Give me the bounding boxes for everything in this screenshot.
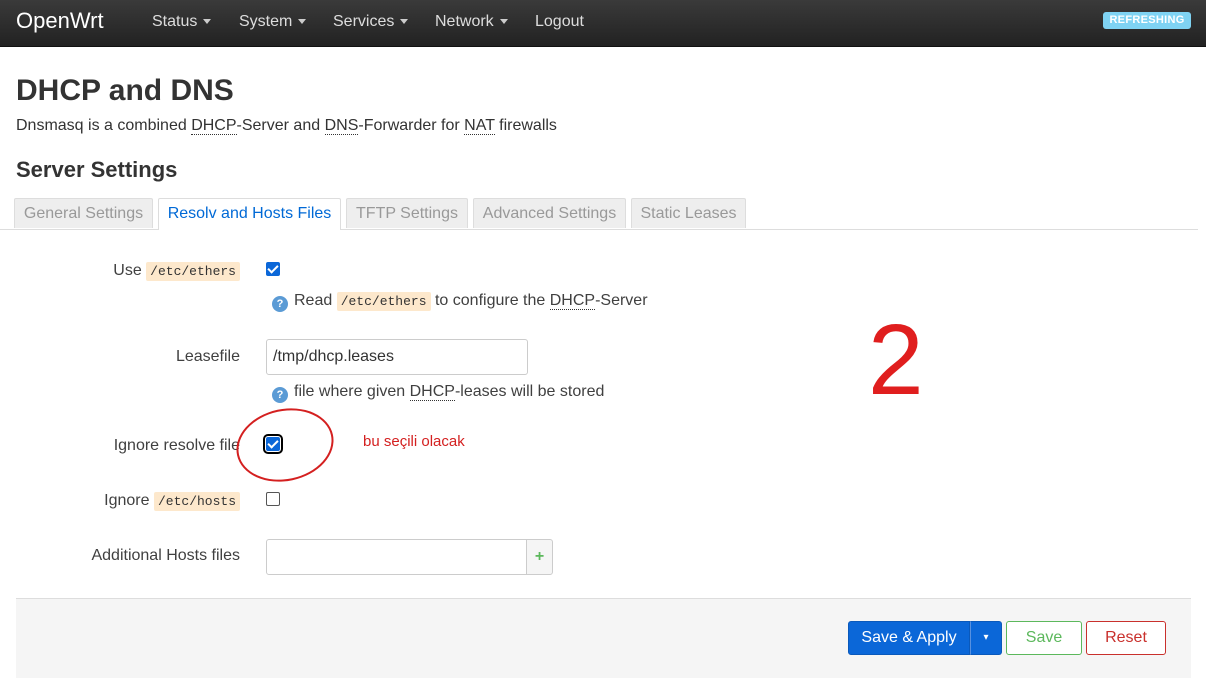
annotation-circle	[229, 399, 341, 491]
nav-status-menu[interactable]: Status	[152, 13, 212, 31]
add-entry-button[interactable]: +	[526, 539, 553, 575]
additional-hosts-label: Additional Hosts files	[91, 547, 240, 564]
ignore-hosts-label: Ignore /etc/hosts	[20, 492, 240, 511]
nav-system-menu[interactable]: System	[239, 13, 307, 31]
code-etc-ethers: /etc/ethers	[146, 262, 240, 281]
abbr-dhcp: DHCP	[549, 292, 596, 310]
ignore-hosts-checkbox[interactable]	[266, 492, 280, 506]
tab-static-leases[interactable]: Static Leases	[631, 198, 746, 228]
use-ethers-help: ? Read /etc/ethers to configure the DHCP-…	[272, 292, 648, 312]
code-etc-hosts: /etc/hosts	[153, 492, 240, 511]
leasefile-help: ? file where given DHCP-leases will be st…	[272, 383, 604, 403]
section-title: Server Settings	[16, 157, 178, 182]
refreshing-badge[interactable]: REFRESHING	[1103, 12, 1191, 29]
desc-text: firewalls	[494, 117, 557, 134]
label-text: Use	[113, 262, 142, 279]
abbr-dhcp: DHCP	[191, 117, 237, 135]
page-description: Dnsmasq is a combined DHCP-Server and DN…	[16, 117, 557, 135]
tab-general-settings[interactable]: General Settings	[14, 198, 153, 228]
label-text: Ignore	[104, 492, 150, 509]
desc-text: -Server and	[236, 117, 325, 134]
help-text: to configure the	[434, 292, 546, 309]
chevron-down-icon	[499, 19, 508, 25]
nav-services-label: Services	[333, 13, 395, 30]
nav-logout-link[interactable]: Logout	[535, 13, 584, 31]
leasefile-input[interactable]	[266, 339, 528, 375]
additional-hosts-input[interactable]	[266, 539, 527, 575]
brand-logo[interactable]: OpenWrt	[16, 8, 104, 34]
use-ethers-label: Use /etc/ethers	[20, 262, 240, 281]
nav-network-menu[interactable]: Network	[435, 13, 508, 31]
chevron-down-icon	[203, 19, 212, 25]
save-apply-button[interactable]: Save & Apply	[848, 621, 970, 655]
help-text: file where given	[294, 383, 406, 400]
save-button[interactable]: Save	[1006, 621, 1082, 655]
top-navbar: OpenWrt Status System Services Network L…	[0, 0, 1206, 47]
use-ethers-checkbox[interactable]	[266, 262, 280, 276]
page-title: DHCP and DNS	[16, 74, 234, 107]
nav-system-label: System	[239, 13, 293, 30]
ignore-resolve-label: Ignore resolve file	[113, 437, 240, 454]
desc-text: -Forwarder for	[358, 117, 465, 134]
code-etc-ethers: /etc/ethers	[336, 292, 431, 311]
nav-services-menu[interactable]: Services	[333, 13, 409, 31]
chevron-down-icon[interactable]: ▾	[970, 621, 1002, 655]
settings-tabs: General Settings Resolv and Hosts Files …	[0, 198, 1198, 230]
annotation-note: bu seçili olacak	[363, 433, 465, 450]
chevron-down-icon	[298, 19, 307, 25]
help-icon: ?	[272, 387, 288, 403]
tab-advanced-settings[interactable]: Advanced Settings	[473, 198, 626, 228]
help-text: -Server	[595, 292, 648, 309]
help-icon: ?	[272, 296, 288, 312]
help-text: -leases will be stored	[454, 383, 605, 400]
nav-status-label: Status	[152, 13, 198, 30]
annotation-number: 2	[868, 304, 924, 416]
tab-resolv-hosts-files[interactable]: Resolv and Hosts Files	[158, 198, 341, 230]
abbr-nat: NAT	[464, 117, 495, 135]
nav-network-label: Network	[435, 13, 494, 30]
reset-button[interactable]: Reset	[1086, 621, 1166, 655]
tab-tftp-settings[interactable]: TFTP Settings	[346, 198, 468, 228]
leasefile-label: Leasefile	[175, 348, 240, 365]
abbr-dns: DNS	[324, 117, 359, 135]
help-text: Read	[294, 292, 333, 309]
desc-text: Dnsmasq is a combined	[16, 117, 192, 134]
chevron-down-icon	[400, 19, 409, 25]
abbr-dhcp: DHCP	[409, 383, 455, 401]
